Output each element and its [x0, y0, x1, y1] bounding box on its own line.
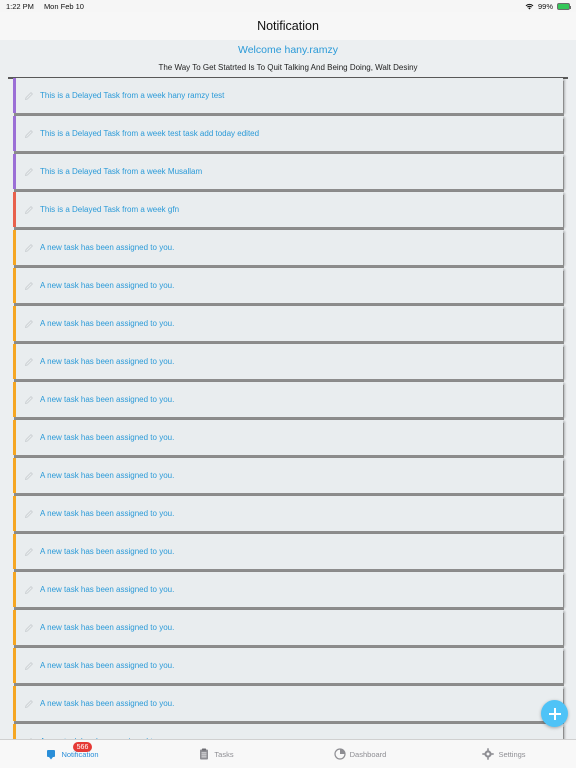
- pie-chart-icon: [334, 748, 346, 760]
- notification-text: A new task has been assigned to you.: [40, 623, 175, 632]
- tab-dashboard-label: Dashboard: [349, 749, 387, 759]
- tab-tasks[interactable]: Tasks: [144, 740, 288, 768]
- pencil-icon: [24, 585, 33, 594]
- notification-list[interactable]: This is a Delayed Task from a week hany …: [13, 78, 563, 739]
- page-title: Notification: [257, 19, 319, 33]
- notification-badge: 566: [73, 742, 92, 752]
- notification-content[interactable]: Welcome hany.ramzy The Way To Get Statrt…: [0, 40, 576, 739]
- notification-card[interactable]: A new task has been assigned to you.: [13, 686, 563, 721]
- pencil-icon: [24, 243, 33, 252]
- nav-bar: Notification: [0, 12, 576, 40]
- tab-dashboard[interactable]: Dashboard: [288, 740, 432, 768]
- notification-text: A new task has been assigned to you.: [40, 661, 175, 670]
- notification-text: This is a Delayed Task from a week Musal…: [40, 167, 203, 176]
- welcome-text: Welcome hany.ramzy: [238, 44, 338, 56]
- notification-card[interactable]: A new task has been assigned to you.: [13, 572, 563, 607]
- status-time: 1:22 PM: [6, 1, 34, 11]
- notification-card[interactable]: A new task has been assigned to you.: [13, 458, 563, 493]
- pencil-icon: [24, 471, 33, 480]
- notification-text: A new task has been assigned to you.: [40, 357, 175, 366]
- notification-card[interactable]: A new task has been assigned to you.: [13, 344, 563, 379]
- pencil-icon: [24, 623, 33, 632]
- notification-text: A new task has been assigned to you.: [40, 433, 175, 442]
- tab-tasks-label: Tasks: [214, 749, 234, 759]
- pencil-icon: [24, 129, 33, 138]
- pencil-icon: [24, 167, 33, 176]
- notification-card[interactable]: This is a Delayed Task from a week Musal…: [13, 154, 563, 189]
- notification-text: This is a Delayed Task from a week gfn: [40, 205, 180, 214]
- pencil-icon: [24, 661, 33, 670]
- app-screen: 1:22 PM Mon Feb 10 99% Notification Welc…: [0, 0, 576, 768]
- battery-icon: [557, 2, 571, 10]
- battery-percent: 99%: [537, 1, 553, 11]
- pencil-icon: [24, 205, 33, 214]
- notification-card[interactable]: A new task has been assigned to you.: [13, 382, 563, 417]
- notification-text: A new task has been assigned to you.: [40, 699, 175, 708]
- add-button[interactable]: [541, 700, 568, 727]
- notification-text: A new task has been assigned to you.: [40, 243, 175, 252]
- quote-text: The Way To Get Statrted Is To Quit Talki…: [158, 63, 418, 72]
- notification-card[interactable]: A new task has been assigned to you.: [13, 496, 563, 531]
- pencil-icon: [24, 547, 33, 556]
- notification-card[interactable]: A new task has been assigned to you.: [13, 420, 563, 455]
- notification-text: A new task has been assigned to you.: [40, 319, 175, 328]
- notification-card[interactable]: A new task has been assigned to you.: [13, 610, 563, 645]
- notification-card[interactable]: A new task has been assigned to you.: [13, 306, 563, 341]
- status-bar: 1:22 PM Mon Feb 10 99%: [0, 0, 576, 12]
- plus-icon: [548, 707, 561, 720]
- pencil-icon: [24, 91, 33, 100]
- notification-text: This is a Delayed Task from a week test …: [40, 129, 260, 138]
- notification-text: A new task has been assigned to you.: [40, 471, 175, 480]
- notification-card[interactable]: A new task has been assigned to you.: [13, 268, 563, 303]
- pencil-icon: [24, 433, 33, 442]
- notification-text: This is a Delayed Task from a week hany …: [40, 91, 225, 100]
- pencil-icon: [24, 395, 33, 404]
- notification-card[interactable]: This is a Delayed Task from a week hany …: [13, 78, 563, 113]
- wifi-icon: [525, 3, 534, 9]
- clipboard-icon: [200, 748, 209, 760]
- notification-text: A new task has been assigned to you.: [40, 509, 175, 518]
- notification-text: A new task has been assigned to you.: [40, 585, 175, 594]
- notification-card[interactable]: A new task has been assigned to you.: [13, 230, 563, 265]
- tab-settings-label: Settings: [498, 749, 526, 759]
- pencil-icon: [24, 509, 33, 518]
- notification-text: A new task has been assigned to you.: [40, 281, 175, 290]
- tab-bar: Notification 566 Tasks Dashboard Setting…: [0, 739, 576, 768]
- pencil-icon: [24, 699, 33, 708]
- gear-icon: [482, 748, 495, 760]
- pencil-icon: [24, 281, 33, 290]
- notification-text: A new task has been assigned to you.: [40, 547, 175, 556]
- status-date: Mon Feb 10: [43, 1, 84, 11]
- notification-card[interactable]: A new task has been assigned to you.: [13, 648, 563, 683]
- notification-text: A new task has been assigned to you.: [40, 395, 175, 404]
- notification-card[interactable]: A new task has been assigned to you.: [13, 724, 563, 739]
- notification-card[interactable]: This is a Delayed Task from a week gfn: [13, 192, 563, 227]
- tab-settings[interactable]: Settings: [432, 740, 576, 768]
- pencil-icon: [24, 319, 33, 328]
- tab-notification[interactable]: Notification 566: [0, 740, 144, 768]
- notification-card[interactable]: A new task has been assigned to you.: [13, 534, 563, 569]
- notification-card[interactable]: This is a Delayed Task from a week test …: [13, 116, 563, 151]
- pencil-icon: [24, 357, 33, 366]
- notification-icon: [47, 750, 56, 760]
